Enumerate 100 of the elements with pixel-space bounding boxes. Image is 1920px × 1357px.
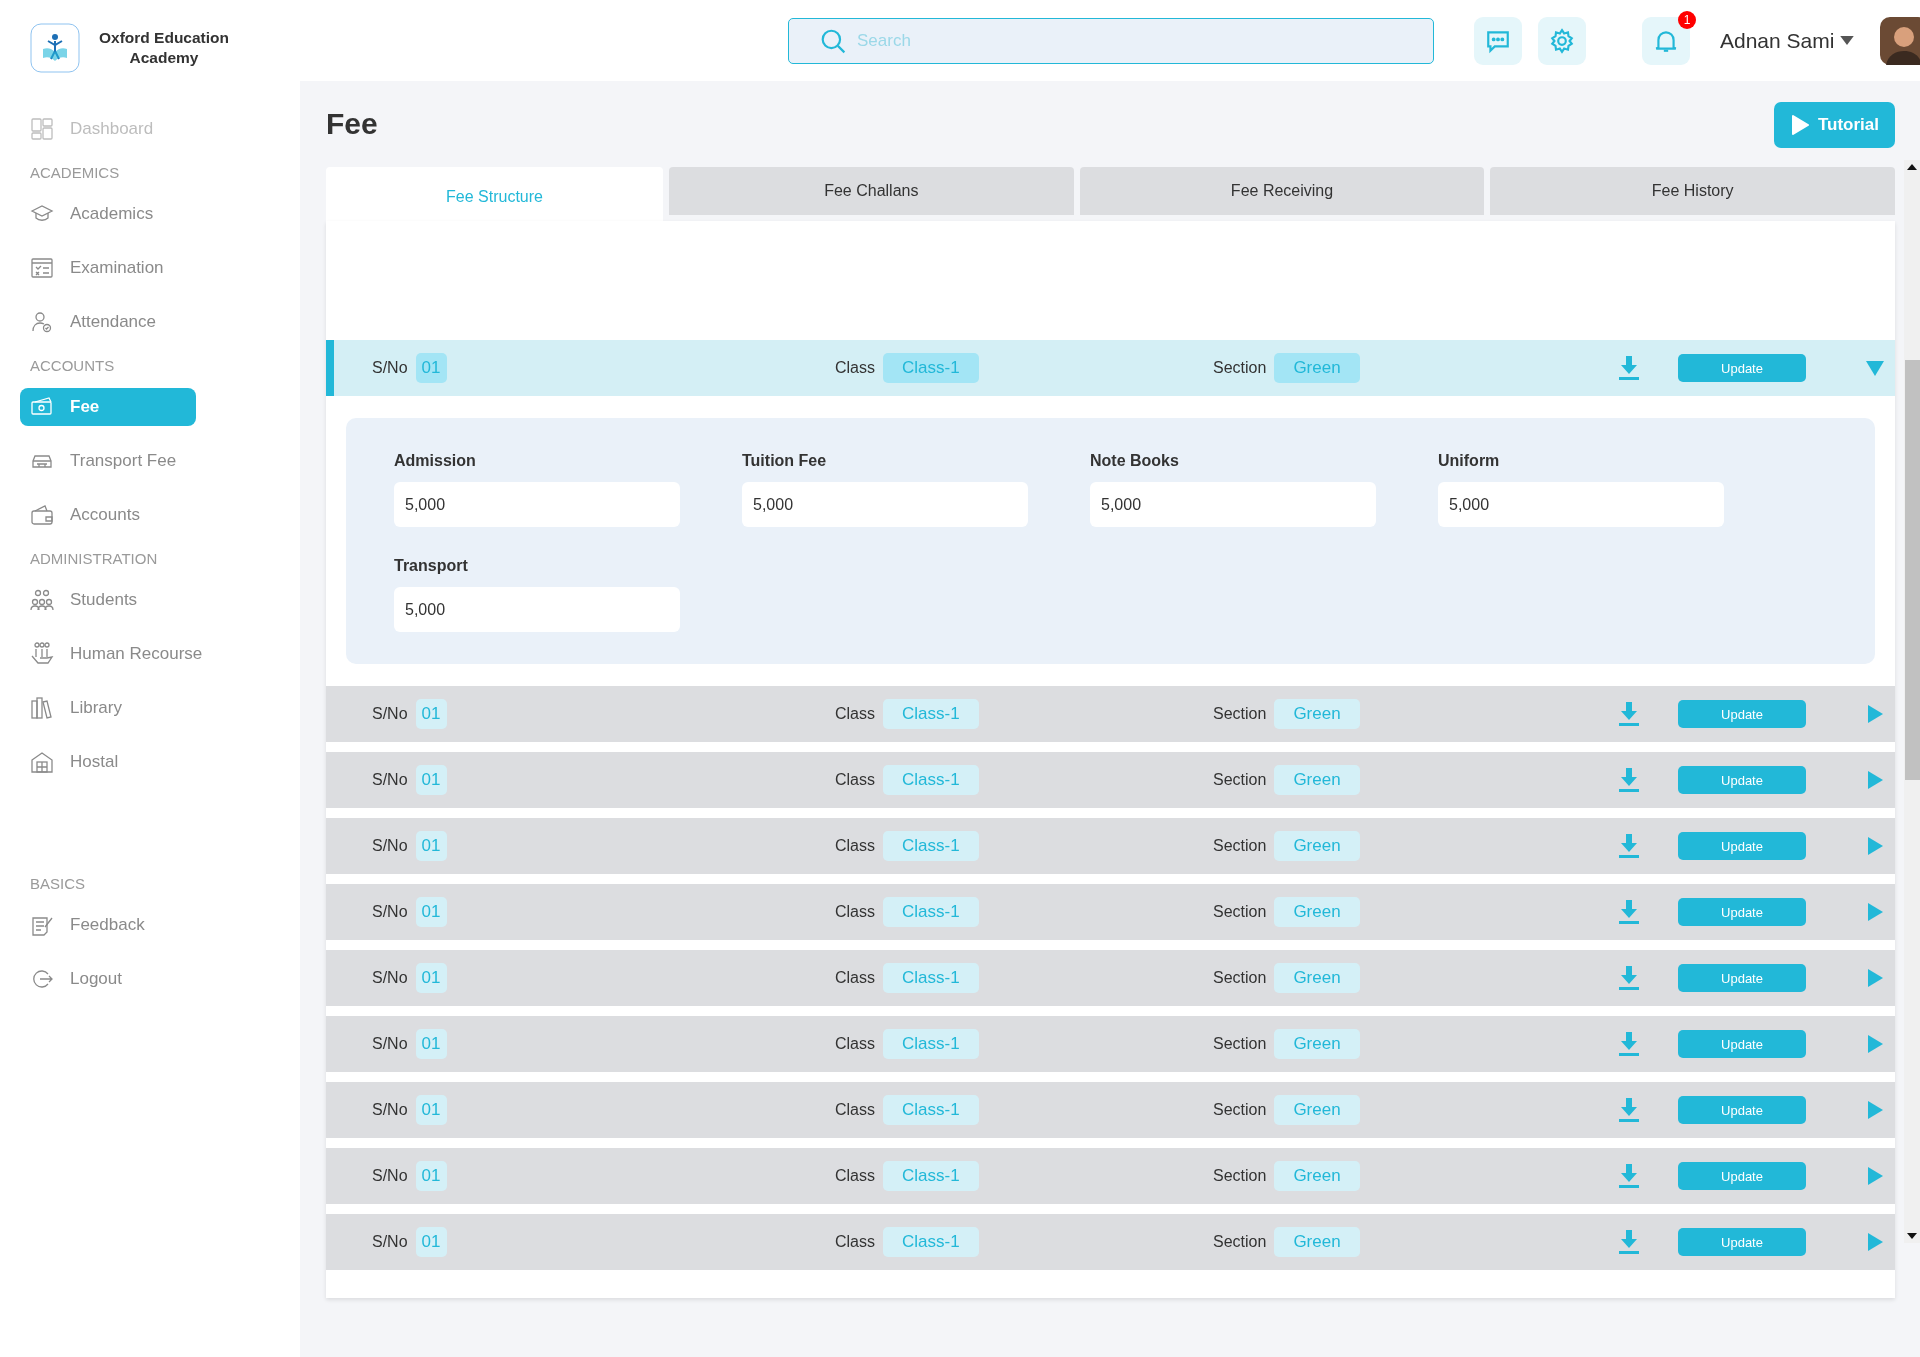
class-label: Class [835,359,875,377]
sidebar-section-heading: BASICS [29,875,87,892]
tab[interactable]: Fee History [1490,167,1895,215]
fee-row[interactable]: S/No 01 Class Class-1 Section Green Update [326,686,1895,742]
serial-number: 01 [415,963,447,993]
sidebar-item[interactable]: Fee [20,388,196,426]
update-button[interactable]: Update [1678,964,1806,992]
serial-label: S/No [372,359,408,377]
section-value: Green [1274,831,1360,861]
serial-label: S/No [372,771,408,789]
sidebar-item[interactable]: Human Recourse [20,635,213,673]
class-label: Class [835,705,875,723]
fee-row[interactable]: S/No 01 Class Class-1 Section Green Update [326,818,1895,874]
fee-row[interactable]: S/No 01 Class Class-1 Section Green Update [326,752,1895,808]
user-menu[interactable]: Adnan Sami [1720,28,1855,53]
tab[interactable]: Fee Receiving [1079,167,1485,215]
update-button[interactable]: Update [1678,1030,1806,1058]
update-button[interactable]: Update [1678,1228,1806,1256]
fee-row[interactable]: S/No 01 Class Class-1 Section Green Update [326,1016,1895,1072]
fee-row[interactable]: S/No 01 Class Class-1 Section Green Update [326,1214,1895,1270]
serial-number: 01 [415,1029,447,1059]
tutorial-button[interactable]: Tutorial [1773,102,1895,148]
section-value: Green [1274,1095,1360,1125]
section-label: Section [1213,359,1267,377]
class-value: Class-1 [883,897,979,927]
update-button[interactable]: Update [1678,898,1806,926]
fee-amount-field[interactable]: 5,000 [394,482,680,527]
tab[interactable]: Fee Challans [669,167,1074,215]
section-label: Section [1213,1101,1267,1119]
section-value: Green [1274,1161,1360,1191]
field-label: Transport [394,557,469,575]
fee-row[interactable]: S/No 01 Class Class-1 Section Green Update [326,1082,1895,1138]
class-label: Class [835,903,875,921]
fee-row[interactable]: S/No 01 Class Class-1 Section Green Update [326,1148,1895,1204]
sidebar-item[interactable]: Attendance [20,303,196,341]
fee-amount-field[interactable]: 5,000 [394,587,680,632]
serial-label: S/No [372,1101,408,1119]
update-button[interactable]: Update [1678,1096,1806,1124]
class-label: Class [835,837,875,855]
sidebar-item[interactable]: Logout [20,960,196,998]
update-button[interactable]: Update [1678,766,1806,794]
class-label: Class [835,771,875,789]
section-value: Green [1274,699,1360,729]
field-label: Uniform [1438,452,1501,470]
section-label: Section [1213,837,1267,855]
class-value: Class-1 [883,1161,979,1191]
sidebar-item[interactable]: Hostal [20,743,196,781]
section-label: Section [1213,705,1267,723]
serial-number: 01 [415,897,447,927]
class-value: Class-1 [883,1095,979,1125]
class-value: Class-1 [883,1227,979,1257]
class-value: Class-1 [883,963,979,993]
fee-amount-field[interactable]: 5,000 [1090,482,1376,527]
school-name: Oxford Education Academy [97,28,230,68]
section-label: Section [1213,1167,1267,1185]
serial-label: S/No [372,837,408,855]
fee-row[interactable]: S/No 01 Class Class-1 Section Green Update [326,884,1895,940]
update-button[interactable]: Update [1678,832,1806,860]
class-value: Class-1 [883,1029,979,1059]
serial-number: 01 [415,765,447,795]
section-value: Green [1274,765,1360,795]
class-value: Class-1 [883,831,979,861]
serial-number: 01 [415,831,447,861]
section-label: Section [1213,969,1267,987]
serial-label: S/No [372,1233,408,1251]
sidebar-section-heading: ACADEMICS [29,164,121,181]
serial-label: S/No [372,1035,408,1053]
section-value: Green [1274,897,1360,927]
search-field[interactable]: Search [788,17,1434,64]
sidebar-item[interactable]: Library [20,689,196,727]
field-label: Note Books [1090,452,1180,470]
fee-amount-field[interactable]: 5,000 [1438,482,1724,527]
sidebar-item[interactable]: Feedback [20,906,196,944]
sidebar-item[interactable]: Transport Fee [20,442,196,480]
update-button[interactable]: Update [1678,700,1806,728]
sidebar-item[interactable]: Academics [20,195,196,233]
section-label: Section [1213,771,1267,789]
serial-label: S/No [372,705,408,723]
sidebar-section-heading: ACCOUNTS [29,357,116,374]
class-value: Class-1 [883,765,979,795]
class-label: Class [835,1101,875,1119]
class-value: Class-1 [883,699,979,729]
section-label: Section [1213,1233,1267,1251]
class-label: Class [835,1035,875,1053]
serial-label: S/No [372,903,408,921]
update-button[interactable]: Update [1678,1162,1806,1190]
fee-row[interactable]: S/No 01 Class Class-1 Section Green Update [326,950,1895,1006]
sidebar-item[interactable]: Students [20,581,196,619]
serial-number: 01 [415,1227,447,1257]
serial-label: S/No [372,969,408,987]
field-label: Tuition Fee [742,452,828,470]
fee-amount-field[interactable]: 5,000 [742,482,1028,527]
class-label: Class [835,1233,875,1251]
update-button[interactable]: Update [1678,354,1806,382]
tab[interactable]: Fee Structure [326,167,663,221]
sidebar-item[interactable]: Accounts [20,496,196,534]
sidebar-item[interactable]: Examination [20,249,196,287]
serial-number: 01 [415,353,447,383]
sidebar-section-heading: ADMINISTRATION [29,550,159,567]
fee-row[interactable]: S/No 01 Class Class-1 Section Green Update [326,340,1895,396]
